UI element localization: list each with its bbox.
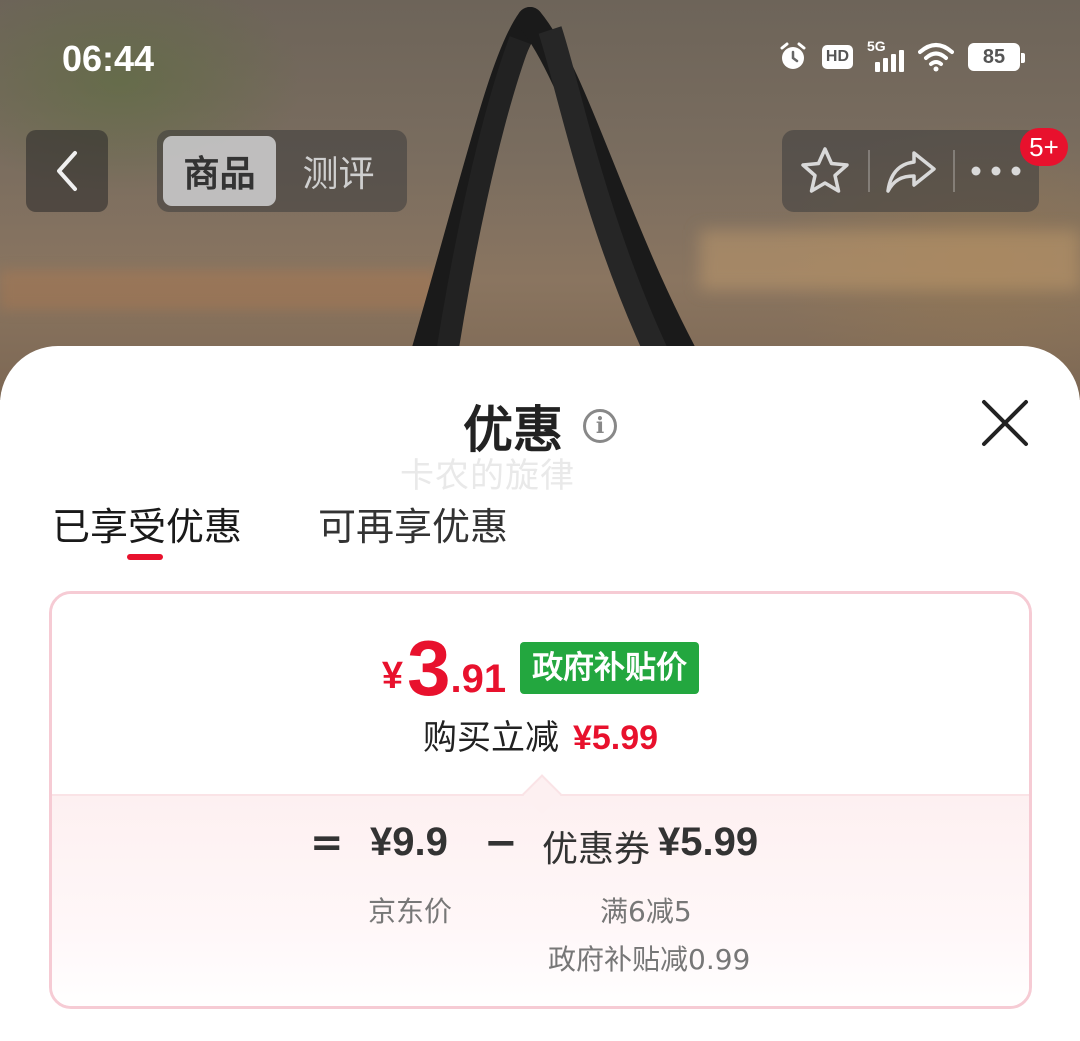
coupon-label: 优惠券 [542,829,651,870]
coupon-detail: 满6减5 [600,895,692,928]
coupon-detail: 政府补贴减0.99 [548,943,751,976]
status-bar: 06:44 HD 5G 85 [0,30,1080,90]
background-shelf [0,270,440,310]
coupon-amount: ¥5.99 [658,820,759,864]
minus-sign: − [484,820,518,866]
price-decimal: .91 [450,657,507,701]
instant-discount-amount: ¥5.99 [572,719,659,757]
price-currency: ¥ [381,655,404,697]
status-icons: HD 5G 85 [778,38,1025,72]
price-formula: = ¥9.9 − 优惠券 ¥5.99 [52,820,1029,880]
chevron-left-icon [57,151,77,191]
final-price-section: ¥ 3 .91 政府补贴价 购买立减 ¥5.99 [52,594,1029,794]
battery-level: 85 [982,45,1006,68]
wifi-icon [918,43,954,72]
alarm-icon [780,42,806,69]
instant-discount-label: 购买立减 [422,718,559,758]
share-icon [885,151,936,193]
message-count-badge: 5+ [1020,128,1068,166]
tab-review[interactable]: 测评 [282,136,395,206]
tab-label: 已享受优惠 [52,505,243,549]
price-breakdown-card: ¥ 3 .91 政府补贴价 购买立减 ¥5.99 = ¥9.9 − 优惠券 ¥5.… [49,591,1032,1009]
base-price: ¥9.9 [370,820,448,864]
background-shelf [700,230,1080,290]
watermark: 卡农的旋律 [400,456,575,496]
signal-icon: 5G [867,38,904,72]
instant-discount: 购买立减 ¥5.99 [52,710,1029,759]
status-time: 06:44 [62,38,155,79]
share-button[interactable] [867,130,954,212]
tab-more-discounts[interactable]: 可再享优惠 [318,496,508,560]
tab-label: 可再享优惠 [318,505,509,549]
network-label: 5G [867,38,886,54]
info-icon[interactable]: i [583,409,617,443]
top-actions [782,130,1039,212]
close-icon[interactable] [978,396,1032,450]
star-icon [801,147,849,193]
tab-applied-discounts[interactable]: 已享受优惠 [52,496,242,560]
base-price-label: 京东价 [368,895,453,928]
favorite-button[interactable] [782,130,868,212]
tab-product[interactable]: 商品 [163,136,276,206]
hd-icon: HD [821,45,853,69]
discount-sheet: 优惠 i 卡农的旋律 已享受优惠 可再享优惠 ¥ 3 .91 政府补贴价 购买立… [0,346,1080,1041]
equals-sign: = [310,820,344,866]
more-icon [971,166,1021,176]
battery-icon: 85 [968,43,1025,71]
active-tab-indicator [127,554,163,560]
final-price: ¥ 3 .91 政府补贴价 [52,624,1029,712]
discount-tabs: 已享受优惠 可再享优惠 [52,496,508,560]
top-tab-switcher: 商品 测评 [157,130,407,212]
back-button[interactable] [26,130,108,212]
subsidy-price-tag: 政府补贴价 [520,642,700,694]
price-integer: 3 [407,624,451,712]
